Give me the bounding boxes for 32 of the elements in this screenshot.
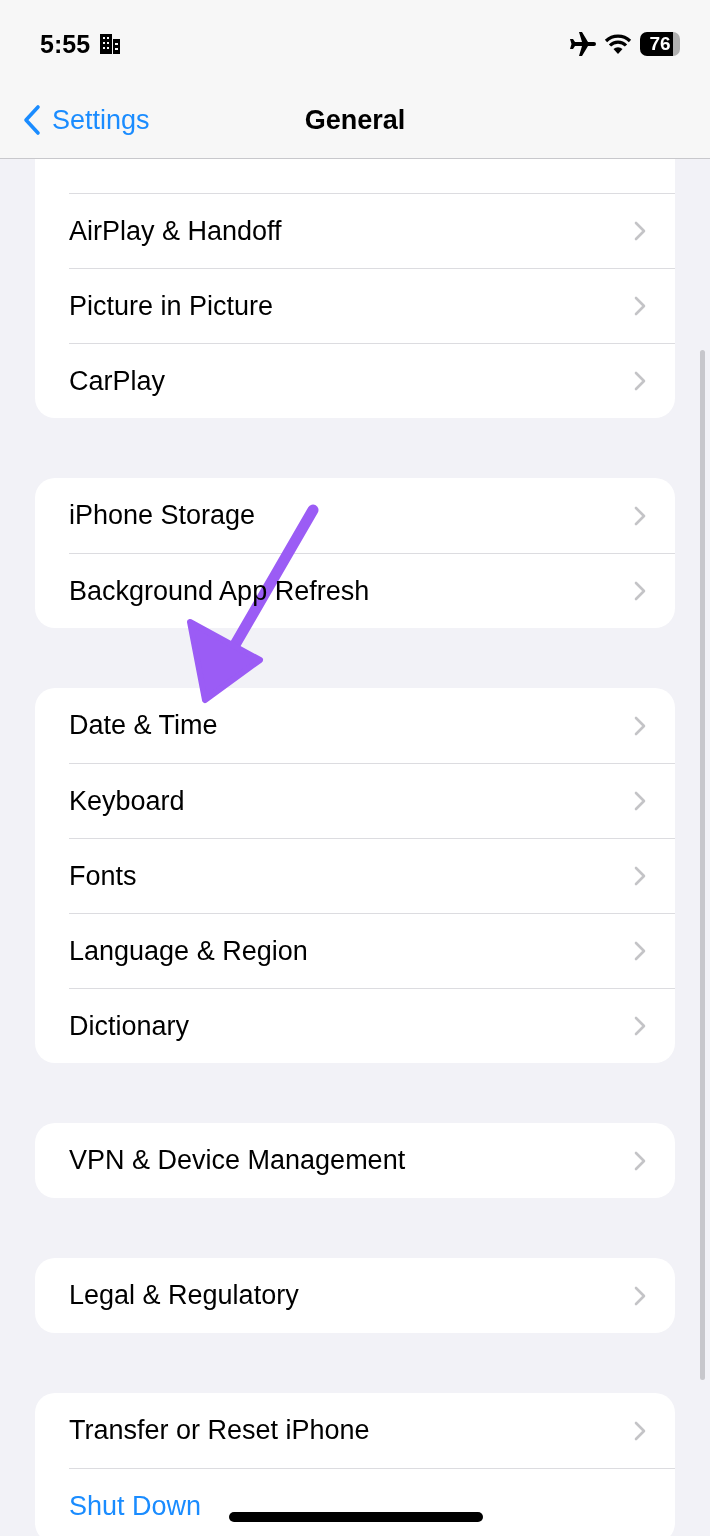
- chevron-icon: [633, 220, 647, 242]
- chevron-icon: [633, 865, 647, 887]
- chevron-icon: [633, 504, 647, 527]
- chevron-icon: [633, 1015, 647, 1037]
- settings-row[interactable]: Dictionary: [69, 988, 675, 1063]
- settings-row[interactable]: Language & Region: [69, 913, 675, 988]
- settings-row[interactable]: Picture in Picture: [69, 268, 675, 343]
- chevron-icon: [633, 1284, 647, 1307]
- chevron-icon: [633, 1149, 647, 1172]
- status-time: 5:55: [40, 29, 91, 59]
- settings-row[interactable]: Fonts: [69, 838, 675, 913]
- page-title: General: [303, 104, 407, 136]
- chevron-icon: [633, 370, 647, 392]
- settings-row[interactable]: Transfer or Reset iPhone: [69, 1393, 675, 1468]
- settings-row[interactable]: Keyboard: [69, 763, 675, 838]
- settings-row[interactable]: CarPlay: [69, 343, 675, 418]
- chevron-icon: [633, 940, 647, 962]
- chevron-icon: [633, 295, 647, 317]
- settings-row[interactable]: Date & Time: [69, 688, 675, 763]
- settings-row[interactable]: AirPlay & Handoff: [69, 193, 675, 268]
- settings-row[interactable]: VPN & Device Management: [69, 1123, 675, 1198]
- settings-row[interactable]: iPhone Storage: [69, 478, 675, 553]
- back-chevron-icon: [22, 104, 42, 136]
- building-icon: [98, 32, 123, 56]
- battery-icon: 76: [640, 32, 680, 56]
- chevron-icon: [633, 790, 647, 812]
- airplane-icon: [568, 31, 596, 57]
- chevron-icon: [633, 714, 647, 737]
- wifi-icon: [604, 33, 632, 55]
- chevron-icon: [633, 580, 647, 602]
- settings-row[interactable]: Legal & Regulatory: [69, 1258, 675, 1333]
- chevron-icon: [633, 1419, 647, 1442]
